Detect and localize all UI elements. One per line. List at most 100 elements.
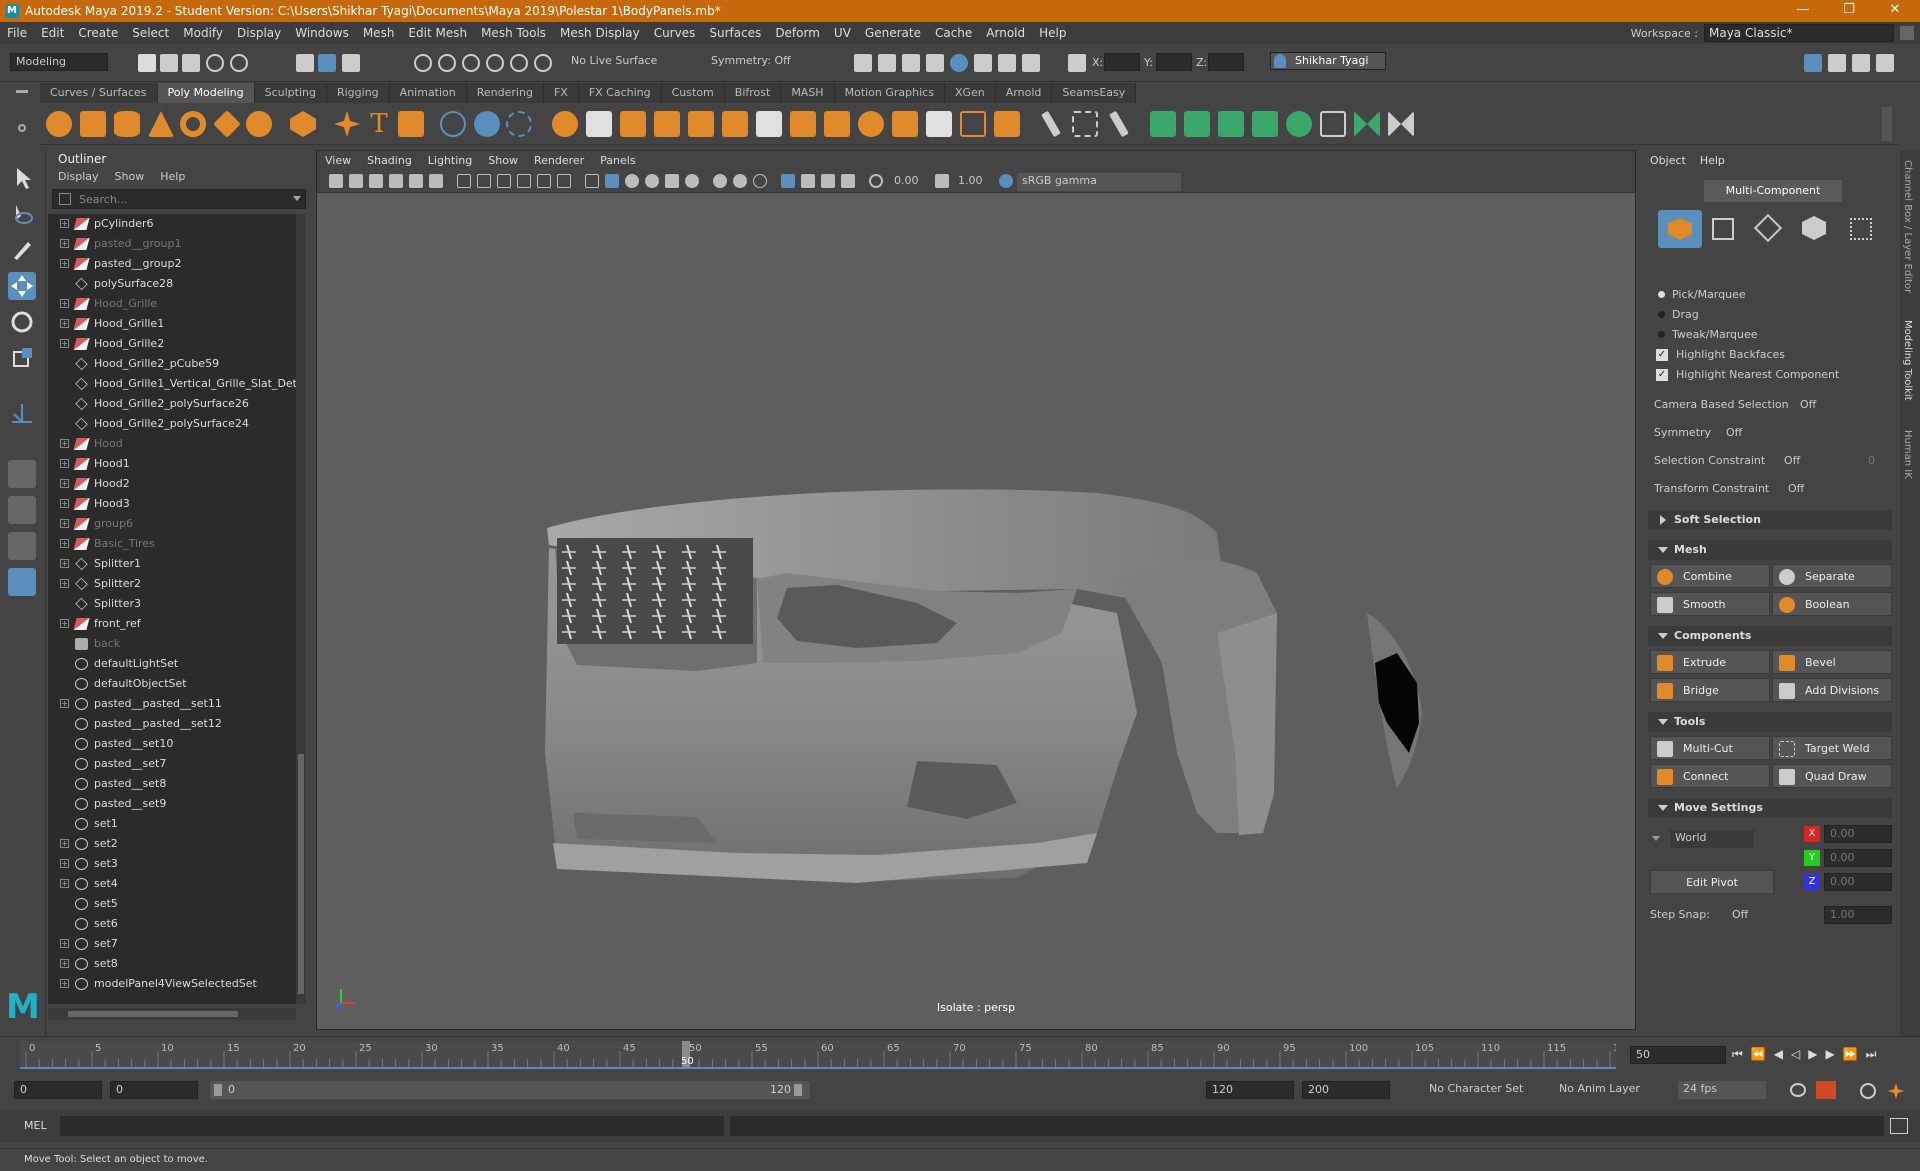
side-by-side-layout-icon[interactable]	[8, 532, 36, 560]
expand-icon[interactable]: +	[60, 459, 69, 468]
outliner-item[interactable]: + Hood3	[48, 494, 296, 514]
expand-icon[interactable]: +	[60, 259, 69, 268]
edge-mode-icon[interactable]	[1753, 213, 1783, 243]
expand-icon[interactable]: +	[60, 299, 69, 308]
save-scene-icon[interactable]	[182, 54, 200, 72]
side-tab-channel-box[interactable]: Channel Box / Layer Editor	[1902, 160, 1913, 293]
paint-select-tool-icon[interactable]	[8, 236, 36, 264]
object-mode-icon[interactable]	[1658, 210, 1702, 248]
anim-end-input[interactable]: 200	[1302, 1081, 1390, 1099]
viewport-menu-show[interactable]: Show	[480, 151, 526, 171]
add-divisions-button[interactable]: Add Divisions	[1772, 678, 1892, 702]
range-start-handle[interactable]	[214, 1084, 222, 1096]
gamma-input[interactable]: 1.00	[953, 173, 993, 191]
gamma-icon[interactable]	[935, 174, 949, 188]
outliner-item[interactable]: + Hood_Grille1	[48, 314, 296, 334]
menu-uv[interactable]: UV	[827, 26, 858, 40]
pivot-z-input[interactable]: 0.00	[1824, 873, 1892, 891]
boolean-button[interactable]: Boolean	[1772, 592, 1892, 616]
step-forward-frame-icon[interactable]: ▶	[1825, 1047, 1834, 1062]
outliner-item[interactable]: + modelPanel4ViewSelectedSet	[48, 974, 296, 994]
viewport-canvas[interactable]: Isolate : persp	[317, 193, 1635, 1029]
minimize-button[interactable]: —	[1780, 0, 1826, 22]
camera-icon[interactable]	[329, 174, 343, 188]
shelf-tab-curves-surfaces[interactable]: Curves / Surfaces	[40, 83, 158, 103]
tools-section[interactable]: Tools	[1648, 712, 1892, 732]
outliner-item[interactable]: polySurface28	[48, 274, 296, 294]
resolution-gate-icon[interactable]	[497, 174, 511, 188]
sculpt-tool-icon[interactable]	[440, 111, 466, 137]
go-to-end-icon[interactable]: ⏭	[1866, 1047, 1877, 1062]
outliner-item[interactable]: Splitter3	[48, 594, 296, 614]
menu-surfaces[interactable]: Surfaces	[702, 26, 768, 40]
planar-uv-icon[interactable]	[1184, 111, 1210, 137]
quad-draw-button[interactable]: Quad Draw	[1772, 764, 1892, 788]
svg-tool-icon[interactable]	[398, 111, 424, 137]
poly-plane-icon[interactable]	[213, 110, 241, 138]
hypershade-icon[interactable]	[950, 54, 968, 72]
bridge-button[interactable]: Bridge	[1650, 678, 1770, 702]
timeline-bar[interactable]: 0 5 10 15 20 25 30 35 40 45 50 55 60 65 70 75 80 85 90 95 10…	[20, 1041, 1616, 1069]
outliner-vertical-scrollbar[interactable]	[296, 214, 306, 1004]
cylindrical-uv-icon[interactable]	[1218, 111, 1244, 137]
expand-icon[interactable]: +	[60, 619, 69, 628]
multi-component-button[interactable]: Multi-Component	[1704, 180, 1842, 202]
menu-help[interactable]: Help	[1032, 26, 1073, 40]
shelf-tab-rigging[interactable]: Rigging	[327, 83, 390, 103]
field-chart-icon[interactable]	[537, 174, 551, 188]
expand-icon[interactable]: +	[60, 439, 69, 448]
fill-hole-icon[interactable]	[858, 111, 884, 137]
outliner-item[interactable]: pasted__set8	[48, 774, 296, 794]
toolkit-menu-help[interactable]: Help	[1700, 154, 1725, 167]
expand-icon[interactable]: +	[60, 539, 69, 548]
outliner-item[interactable]: + set2	[48, 834, 296, 854]
shadows-icon[interactable]	[685, 174, 699, 188]
outliner-item[interactable]: + Splitter1	[48, 554, 296, 574]
lasso-select-icon[interactable]	[1109, 110, 1129, 138]
viewport-menu-panels[interactable]: Panels	[592, 151, 643, 171]
separate-icon[interactable]	[586, 111, 612, 137]
spherical-uv-icon[interactable]	[1252, 111, 1278, 137]
shelf-menu-icon[interactable]	[16, 90, 28, 93]
cut-uv-icon[interactable]	[1354, 111, 1380, 137]
textured-icon[interactable]	[645, 174, 659, 188]
shelf-tab-motion-graphics[interactable]: Motion Graphics	[835, 83, 945, 103]
arnold-render-icon[interactable]	[974, 54, 992, 72]
poly-disc-icon[interactable]	[246, 111, 272, 137]
outliner-item[interactable]: + set8	[48, 954, 296, 974]
menu-create[interactable]: Create	[71, 26, 125, 40]
xray-icon[interactable]	[801, 174, 815, 188]
outliner-item[interactable]: + Hood1	[48, 454, 296, 474]
viewport-menu-lighting[interactable]: Lighting	[420, 151, 480, 171]
grid-icon[interactable]	[457, 174, 471, 188]
outliner-item[interactable]: Hood_Grille2_polySurface26	[48, 394, 296, 414]
snap-view-icon[interactable]	[486, 54, 504, 72]
symmetry-value[interactable]: Off	[1726, 424, 1742, 442]
render-frame-icon[interactable]	[878, 54, 896, 72]
play-forwards-icon[interactable]: ▶	[1808, 1047, 1817, 1062]
shelf-tab-custom[interactable]: Custom	[662, 83, 725, 103]
combine-icon[interactable]	[552, 111, 578, 137]
single-pane-layout-icon[interactable]	[8, 460, 36, 488]
drag-radio[interactable]	[1658, 311, 1665, 318]
outliner-item[interactable]: + set4	[48, 874, 296, 894]
expand-icon[interactable]: +	[60, 699, 69, 708]
outliner-item[interactable]: + pasted__group2	[48, 254, 296, 274]
outliner-item[interactable]: + Hood2	[48, 474, 296, 494]
2d-pan-zoom-icon[interactable]	[409, 174, 423, 188]
tool-settings-icon[interactable]	[1852, 54, 1870, 72]
shelf-tab-fx-caching[interactable]: FX Caching	[579, 83, 662, 103]
wireframe-icon[interactable]	[585, 174, 599, 188]
separate-button[interactable]: Separate	[1772, 564, 1892, 588]
target-weld-button[interactable]: Target Weld	[1772, 736, 1892, 760]
shelf-tab-poly-modeling[interactable]: Poly Modeling	[157, 83, 255, 103]
hscrollbar-thumb[interactable]	[68, 1011, 238, 1017]
outliner-search-input[interactable]: Search...	[52, 189, 306, 209]
film-gate-icon[interactable]	[477, 174, 491, 188]
preferences-icon[interactable]	[1888, 1083, 1904, 1099]
colorspace-dropdown[interactable]: sRGB gamma	[1017, 173, 1181, 191]
gate-mask-icon[interactable]	[517, 174, 531, 188]
poly-cube-icon[interactable]	[80, 111, 106, 137]
paint-select-icon[interactable]	[1041, 110, 1061, 138]
use-all-lights-icon[interactable]	[665, 174, 679, 188]
